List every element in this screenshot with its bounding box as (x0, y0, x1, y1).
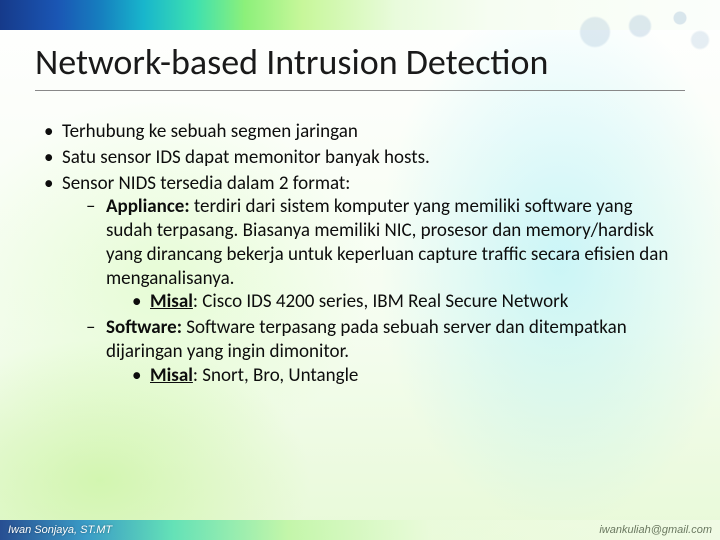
subbullet-lead: Appliance: (106, 195, 190, 218)
bullet-item: Sensor NIDS tersedia dalam 2 format: App… (40, 172, 680, 388)
bullet-text: Terhubung ke sebuah segmen jaringan (62, 120, 358, 143)
slide-footer: Iwan Sonjaya, ST.MT iwankuliah@gmail.com (0, 520, 720, 540)
subbullet-item: Appliance: terdiri dari sistem komputer … (80, 195, 680, 314)
bullet-text: Satu sensor IDS dapat memonitor banyak h… (62, 146, 430, 169)
subsubbullet-lead: Misal (150, 364, 193, 387)
subbullet-item: Software: Software terpasang pada sebuah… (80, 316, 680, 387)
subsubbullet-text: : Snort, Bro, Untangle (193, 364, 358, 387)
bullet-item: Satu sensor IDS dapat memonitor banyak h… (40, 146, 680, 170)
subbullet-text: Software terpasang pada sebuah server da… (106, 316, 627, 363)
subbullet-text: terdiri dari sistem komputer yang memili… (106, 195, 668, 289)
slide-body: Terhubung ke sebuah segmen jaringan Satu… (40, 120, 680, 389)
bullet-text: Sensor NIDS tersedia dalam 2 format: (62, 172, 350, 195)
slide-title: Network-based Intrusion Detection (35, 40, 685, 91)
subsubbullet-item: Misal: Cisco IDS 4200 series, IBM Real S… (124, 290, 680, 314)
subsubbullet-lead: Misal (150, 290, 193, 313)
footer-email: iwankuliah@gmail.com (599, 524, 712, 536)
footer-author: Iwan Sonjaya, ST.MT (8, 524, 112, 536)
subsubbullet-item: Misal: Snort, Bro, Untangle (124, 364, 680, 388)
bullet-item: Terhubung ke sebuah segmen jaringan (40, 120, 680, 144)
subsubbullet-text: : Cisco IDS 4200 series, IBM Real Secure… (193, 290, 568, 313)
subbullet-lead: Software: (106, 316, 182, 339)
